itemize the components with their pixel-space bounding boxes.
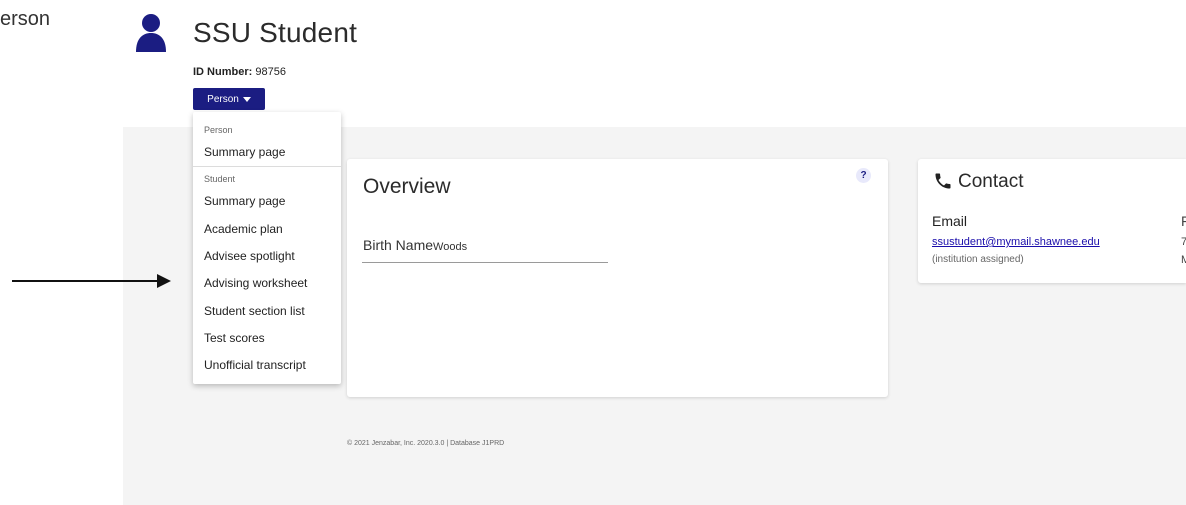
dropdown-divider — [193, 166, 341, 167]
cutoff-label-1: F — [1181, 213, 1186, 229]
menu-item-test-scores[interactable]: Test scores — [204, 331, 265, 345]
field-divider — [362, 262, 608, 263]
person-menu-button[interactable]: Person — [193, 88, 265, 110]
person-dropdown-menu: Person Summary page Student Summary page… — [193, 112, 341, 384]
menu-item-student-summary[interactable]: Summary page — [204, 194, 285, 208]
cutoff-label-2: 7 — [1181, 236, 1186, 248]
contact-title: Contact — [958, 171, 1024, 192]
pointer-arrow-line — [12, 280, 160, 282]
id-number-label: ID Number: — [193, 66, 253, 78]
email-note: (institution assigned) — [932, 254, 1024, 265]
menu-item-unofficial-transcript[interactable]: Unofficial transcript — [204, 358, 306, 372]
pointer-arrow-head-icon — [157, 274, 171, 288]
dropdown-group-person: Person — [204, 125, 233, 135]
user-avatar-icon — [136, 14, 166, 52]
overview-title: Overview — [363, 175, 451, 198]
dropdown-group-student: Student — [204, 174, 236, 184]
menu-item-student-section-list[interactable]: Student section list — [204, 304, 305, 318]
page-title: SSU Student — [193, 17, 358, 48]
menu-item-person-summary[interactable]: Summary page — [204, 145, 285, 159]
cutoff-label-3: M — [1181, 254, 1186, 266]
person-menu-button-label: Person — [207, 93, 239, 105]
email-link[interactable]: ssustudent@mymail.shawnee.edu — [932, 236, 1100, 248]
footer-copyright: © 2021 Jenzabar, Inc. 2020.3.0 | Databas… — [347, 440, 505, 447]
id-number-line: ID Number: 98756 — [193, 66, 286, 78]
email-label: Email — [932, 213, 968, 229]
menu-item-academic-plan[interactable]: Academic plan — [204, 222, 283, 236]
caret-down-icon — [242, 96, 251, 102]
menu-item-advisee-spotlight[interactable]: Advisee spotlight — [204, 249, 295, 263]
birth-name-value: Woods — [433, 241, 468, 253]
birth-name-field: Birth NameWoods — [363, 237, 467, 253]
phone-icon — [935, 173, 951, 189]
menu-item-advising-worksheet[interactable]: Advising worksheet — [204, 276, 307, 290]
side-nav-label: erson — [0, 8, 51, 30]
help-icon[interactable]: ? — [856, 168, 871, 183]
birth-name-label: Birth Name — [363, 237, 434, 253]
id-number-value: 98756 — [255, 66, 286, 78]
